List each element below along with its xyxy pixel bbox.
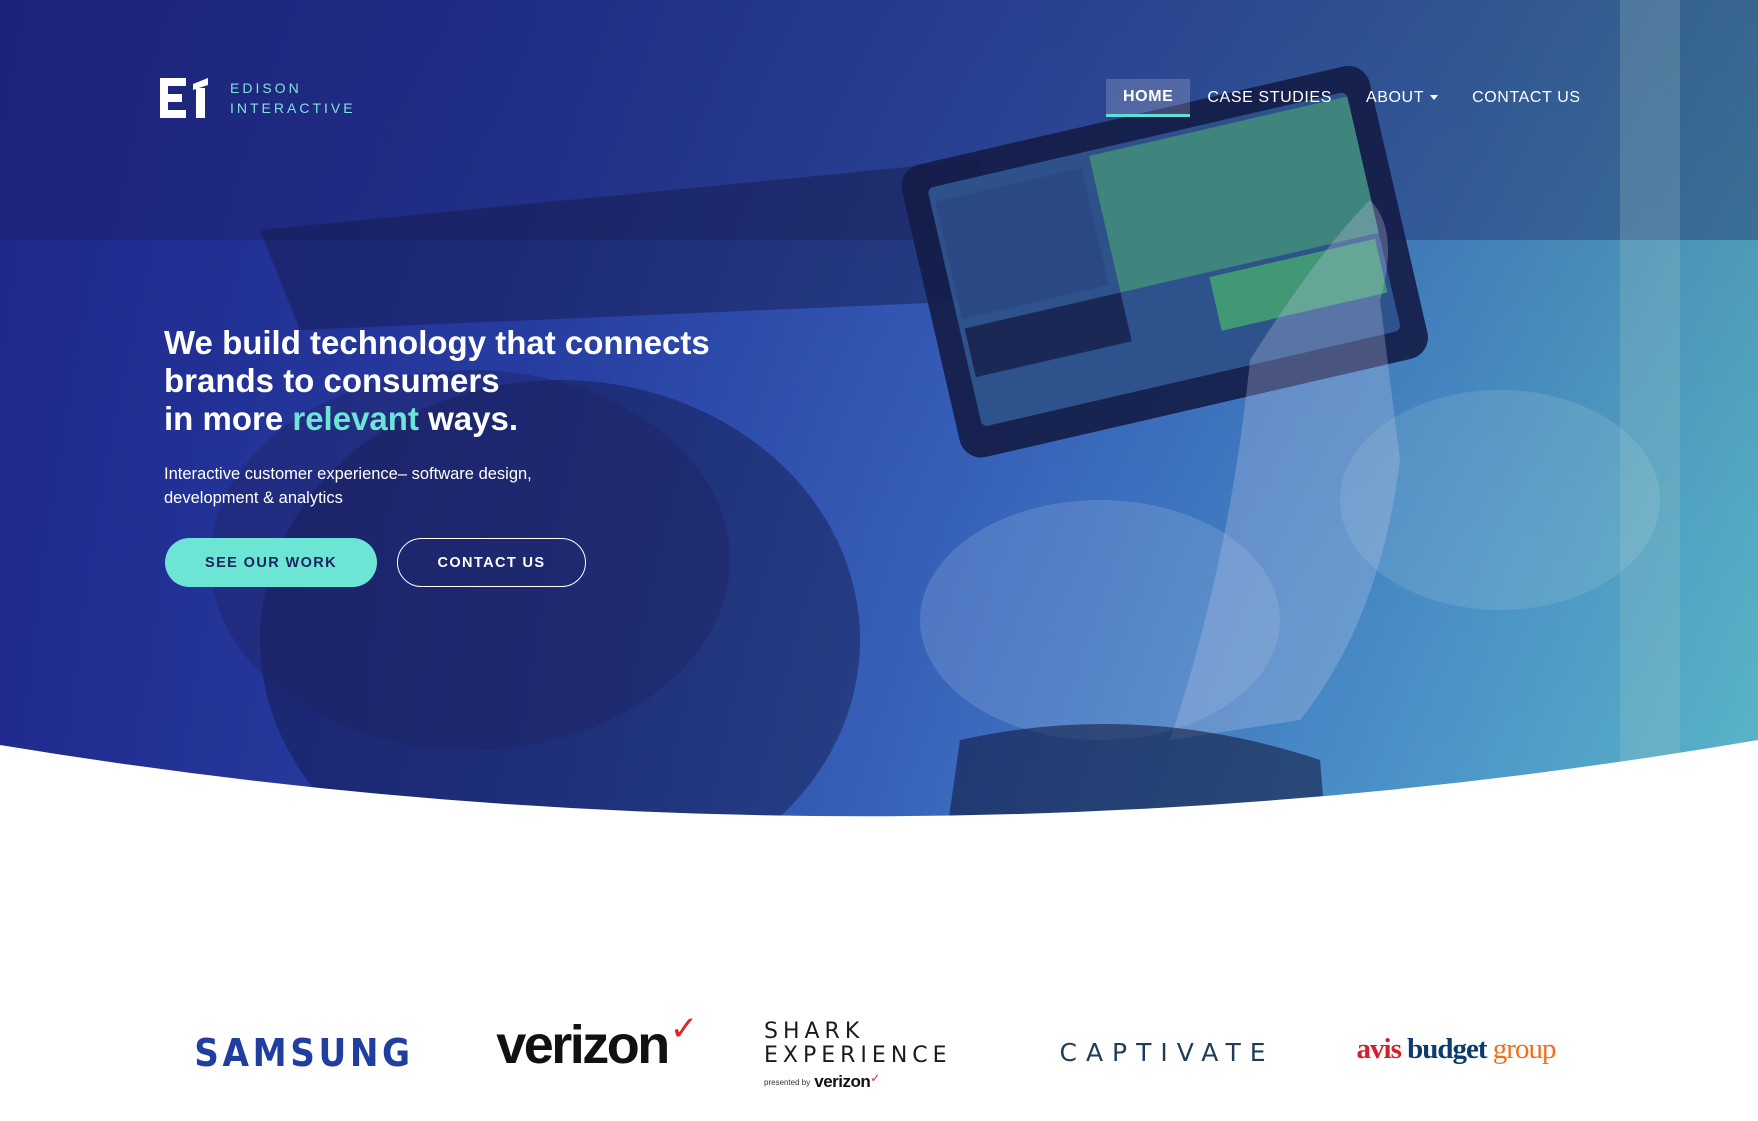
contact-us-button[interactable]: CONTACT US (397, 538, 586, 587)
brand-name-line1: EDISON (230, 80, 302, 96)
verizon-logo: verizon ✓ (478, 1010, 714, 1075)
shark-line1: SHARK (764, 1019, 865, 1044)
dropdown-caret-icon (1430, 95, 1439, 101)
client-logos: SAMSUNG verizon ✓ SHARK EXPERIENCE presen… (0, 1000, 1758, 1100)
captivate-logo: CAPTIVATE (1059, 1037, 1275, 1067)
shark-verizon-text: verizon (814, 1072, 871, 1091)
verizon-wordmark: verizon (496, 1015, 670, 1075)
nav-about-label: ABOUT (1365, 89, 1425, 106)
shark-line2: EXPERIENCE (764, 1043, 952, 1068)
logo-mark-icon (160, 78, 208, 118)
shark-verizon-wordmark: verizon✓ (814, 1071, 880, 1092)
nav-case-studies[interactable]: CASE STUDIES (1190, 79, 1349, 117)
headline-line2: brands to consumers (164, 362, 500, 399)
nav-home[interactable]: HOME (1106, 79, 1191, 117)
hero-subtext: Interactive customer experience– softwar… (164, 465, 532, 507)
shark-presented-by: presented by verizon✓ (764, 1071, 880, 1092)
see-our-work-button[interactable]: SEE OUR WORK (165, 538, 377, 587)
hero-headline: We build technology that connects brands… (164, 324, 804, 438)
group-word: group (1492, 1032, 1557, 1065)
hero-section: EDISON INTERACTIVE HOME CASE STUDIES ABO… (0, 0, 1758, 880)
headline-line3-pre: in more (164, 400, 293, 437)
shark-experience-logo: SHARK EXPERIENCE presented by verizon✓ (764, 1020, 1004, 1092)
verizon-check-icon: ✓ (669, 1010, 699, 1048)
shark-verizon-check-icon: ✓ (870, 1071, 880, 1085)
nav-contact-us[interactable]: CONTACT US (1455, 79, 1598, 117)
brand-logo[interactable]: EDISON INTERACTIVE (160, 78, 356, 118)
brand-name: EDISON INTERACTIVE (230, 78, 356, 118)
samsung-logo: SAMSUNG (194, 1031, 414, 1075)
headline-line1: We build technology that connects (164, 324, 710, 361)
avis-budget-group-logo: avis budget group (1342, 1027, 1570, 1071)
hero-bottom-curve (0, 740, 1758, 880)
main-nav: HOME CASE STUDIES ABOUT CONTACT US (1106, 79, 1598, 117)
nav-about[interactable]: ABOUT (1349, 79, 1455, 117)
budget-word: budget (1407, 1032, 1487, 1065)
headline-line3-post: ways. (418, 400, 519, 437)
avis-word: avis (1356, 1032, 1402, 1065)
shark-presented-label: presented by (764, 1077, 811, 1087)
headline-accent-word: relevant (292, 400, 419, 437)
brand-name-line2: INTERACTIVE (230, 100, 356, 116)
